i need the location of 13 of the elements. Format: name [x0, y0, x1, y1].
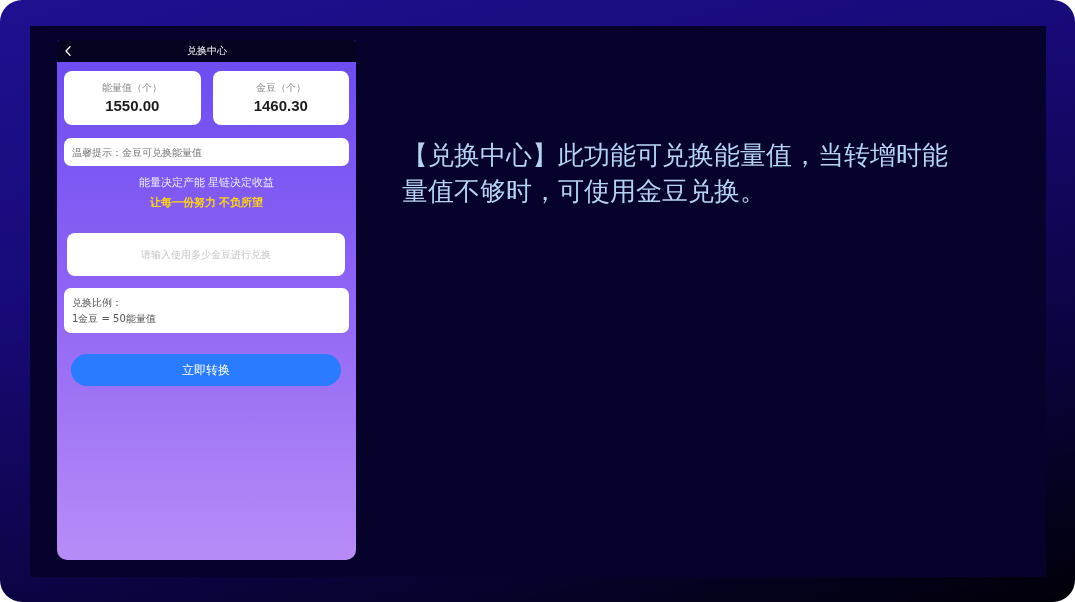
page-title: 兑换中心: [186, 45, 227, 57]
balance-value: 1550.00: [105, 97, 160, 115]
balance-label: 金豆（个）: [255, 81, 306, 94]
ratio-title: 兑换比例：: [72, 296, 122, 309]
description-text: 【兑换中心】此功能可兑换能量值，当转增时能量值不够时，可使用金豆兑换。: [402, 139, 949, 208]
balance-label: 能量值（个）: [102, 81, 163, 94]
balance-value: 1460.30: [253, 97, 308, 115]
slogan-text: 能量决定产能 星链决定收益: [138, 176, 275, 190]
convert-button[interactable]: 立即转换: [71, 354, 341, 386]
motto-text: 让每一份努力 不负所望: [149, 196, 264, 210]
tip-text: 温馨提示：金豆可兑换能量值: [72, 145, 202, 159]
ratio-text: 1金豆 = 50能量值: [72, 312, 156, 325]
back-icon[interactable]: [65, 46, 71, 56]
